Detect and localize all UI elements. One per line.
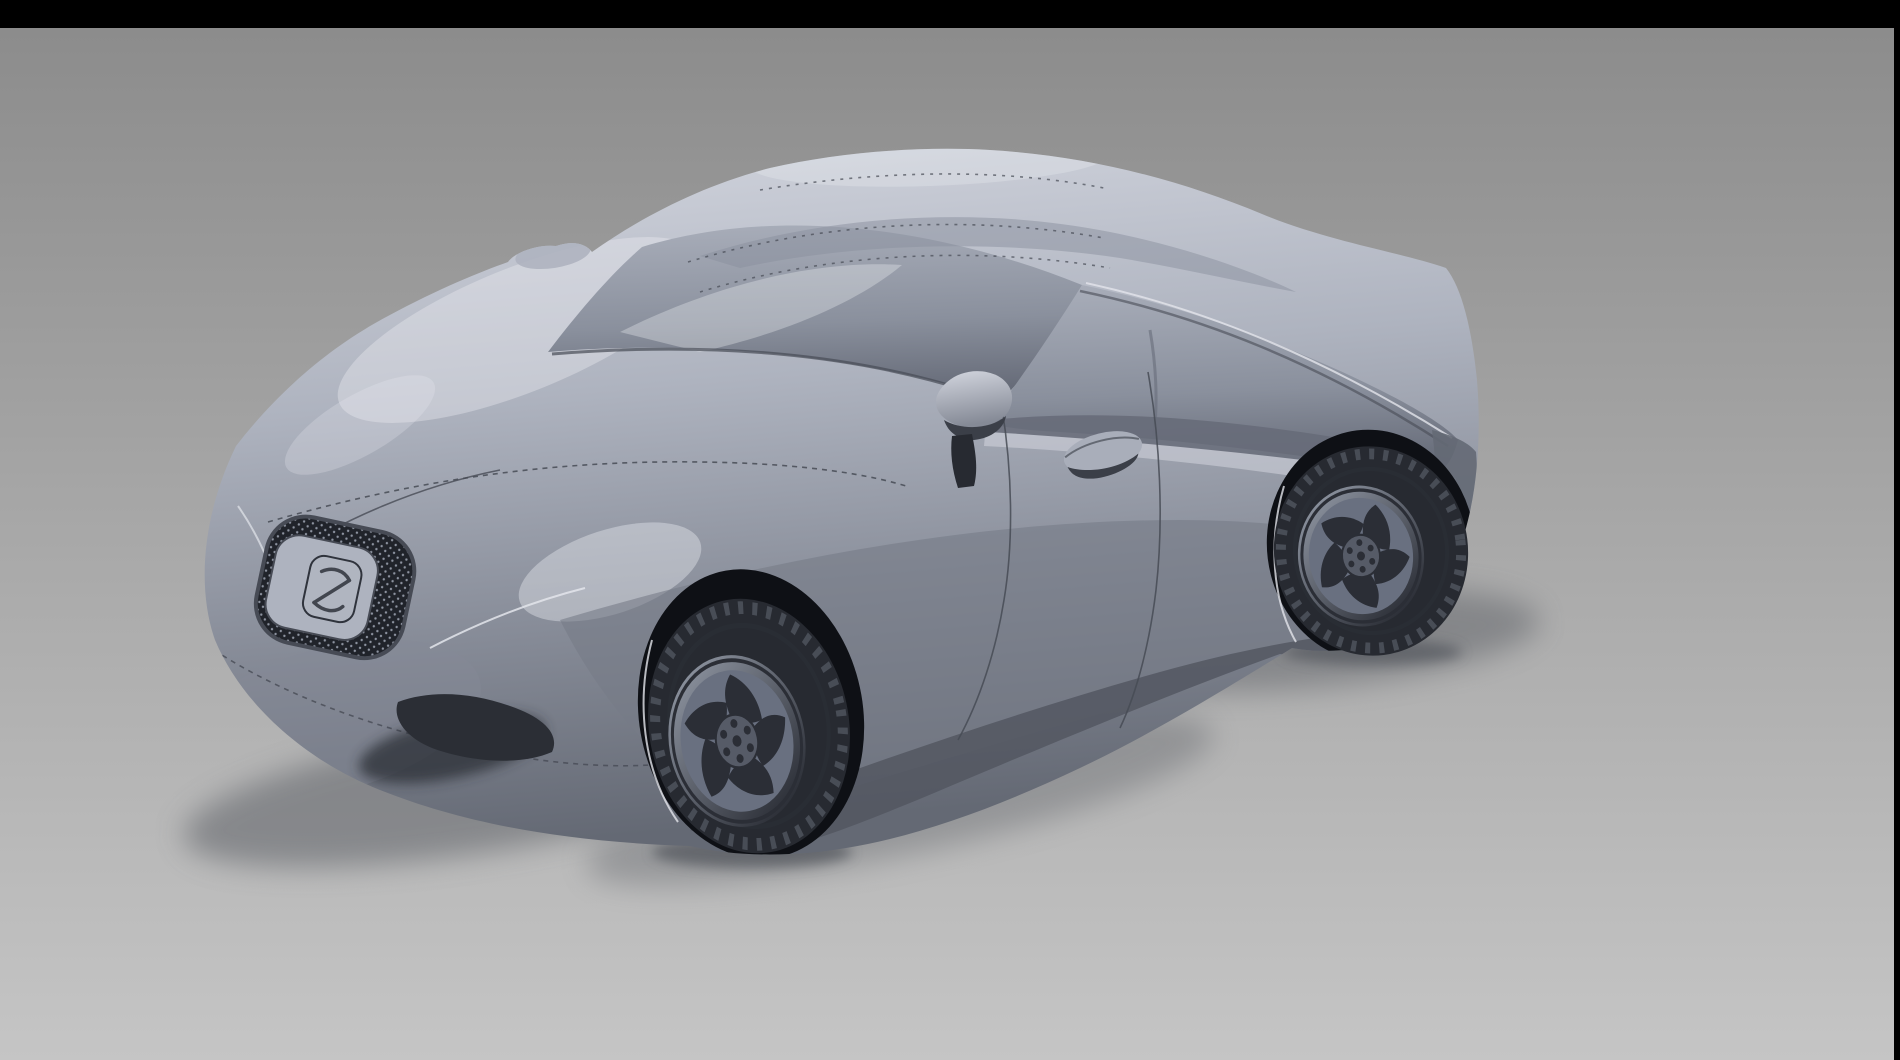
render-viewport[interactable]: [0, 28, 1894, 1060]
car-render-svg: [0, 0, 1900, 1060]
screenshot-root: [0, 0, 1900, 1060]
letterbox-right-bar: [1894, 0, 1900, 1060]
letterbox-top-bar: [0, 0, 1900, 28]
